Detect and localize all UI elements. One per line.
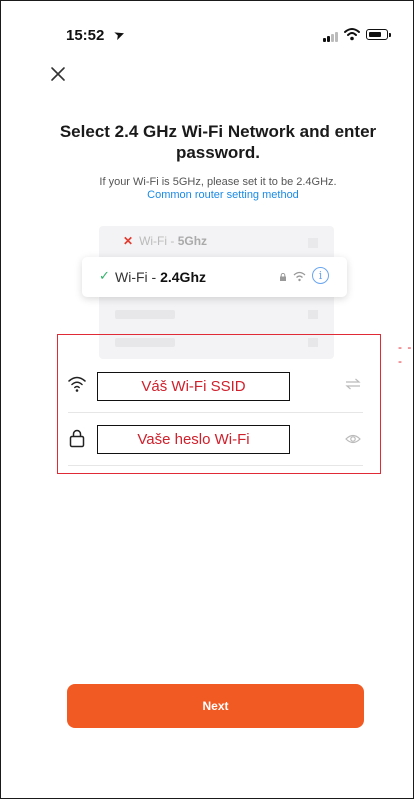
switch-network-icon[interactable]	[345, 377, 361, 391]
wifi-icon	[344, 28, 360, 41]
wifi-icon	[293, 271, 306, 282]
illustration-5ghz-row: ✕ Wi-Fi - 5Ghz	[123, 234, 207, 248]
illustration-5ghz-prefix: Wi-Fi -	[139, 234, 178, 248]
page-subtitle: If your Wi-Fi is 5GHz, please set it to …	[99, 176, 337, 188]
wifi-password-input[interactable]: Vaše heslo Wi-Fi	[97, 425, 290, 454]
illustration-24ghz-card: ✓ Wi-Fi - 2.4Ghz i	[82, 257, 347, 297]
placeholder-bar	[115, 310, 175, 319]
wifi-icon	[68, 376, 86, 392]
wifi-ssid-input[interactable]: Váš Wi-Fi SSID	[97, 372, 290, 401]
battery-icon	[366, 29, 391, 40]
eye-icon[interactable]	[345, 432, 361, 446]
page-title: Select 2.4 GHz Wi-Fi Network and enter p…	[59, 122, 377, 162]
cellular-signal-icon	[323, 31, 343, 42]
close-icon[interactable]	[48, 64, 68, 84]
illustration-24ghz-label: Wi-Fi - 2.4Ghz	[115, 269, 206, 285]
placeholder-square	[308, 238, 318, 248]
router-setting-link[interactable]: Common router setting method	[40, 189, 406, 202]
divider	[68, 465, 363, 466]
next-button[interactable]: Next	[67, 684, 364, 728]
status-bar: 15:52 ➤	[0, 0, 414, 44]
status-time: 15:52	[66, 27, 105, 44]
info-icon[interactable]: i	[312, 267, 329, 284]
annotation-dashes: - - -	[398, 340, 413, 368]
placeholder-square	[308, 310, 318, 319]
cross-icon: ✕	[123, 234, 134, 248]
illustration-5ghz-band: 5Ghz	[177, 234, 208, 248]
lock-icon	[69, 429, 85, 448]
lock-icon	[280, 273, 286, 281]
illustration-24ghz-prefix: Wi-Fi -	[115, 269, 161, 285]
check-icon: ✓	[99, 268, 110, 283]
divider	[68, 412, 363, 413]
illustration-24ghz-band: 2.4Ghz	[160, 269, 206, 285]
